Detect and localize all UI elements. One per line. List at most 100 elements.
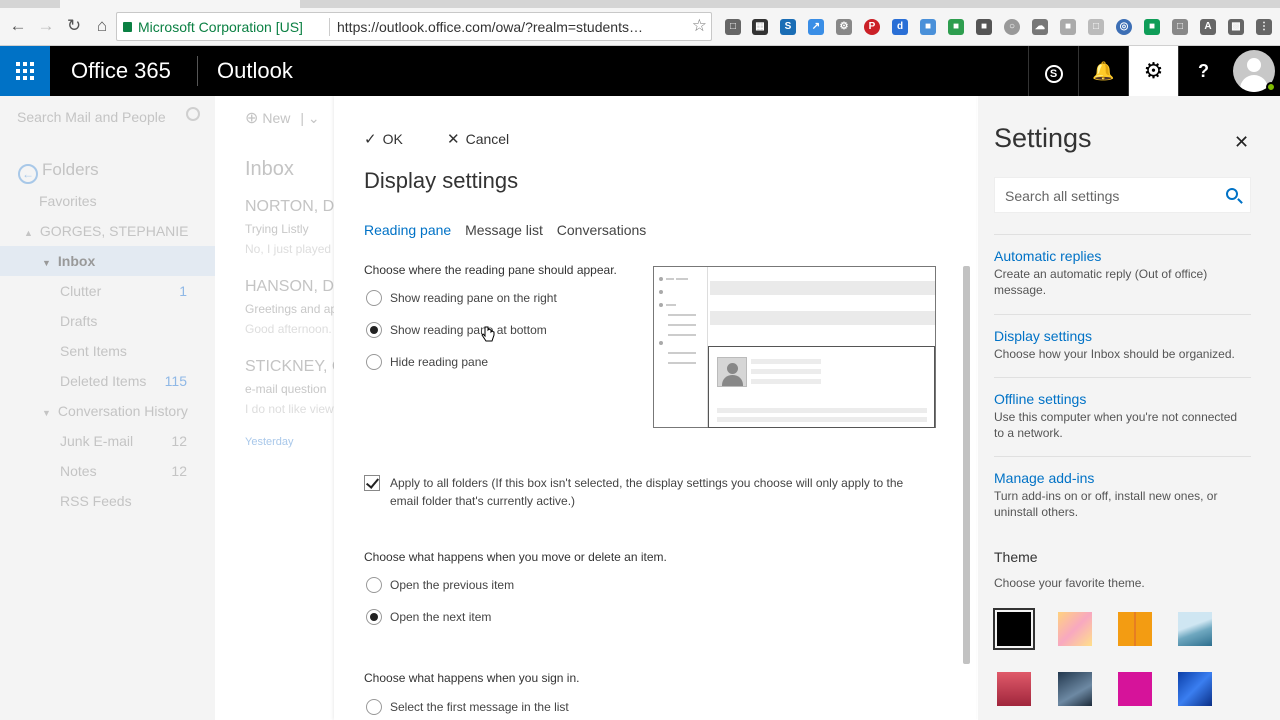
secure-indicator[interactable]: Microsoft Corporation [US]	[123, 19, 303, 35]
extension-icon[interactable]: □	[1088, 19, 1104, 35]
help-button[interactable]: ?	[1178, 46, 1228, 96]
manage-add-ins-desc: Turn add-ins on or off, install new ones…	[994, 489, 1218, 519]
extension-icon[interactable]: ■	[976, 19, 992, 35]
search-mail-input[interactable]: Search Mail and People	[17, 109, 166, 125]
cloud-icon[interactable]: ☁	[1032, 19, 1048, 35]
browser-tab-strip	[0, 0, 1280, 8]
bookmark-star-icon[interactable]: ☆	[692, 16, 707, 36]
search-icon[interactable]	[186, 107, 200, 121]
theme-swatch-beach[interactable]	[1178, 612, 1212, 646]
theme-swatch-sunset[interactable]	[997, 672, 1031, 706]
nav-deleted-items[interactable]: Deleted Items 115	[0, 366, 215, 396]
url-text[interactable]: https://outlook.office.com/owa/?realm=st…	[337, 19, 687, 35]
extension-icon[interactable]: ▦	[752, 19, 768, 35]
extension-icon[interactable]: ○	[1004, 19, 1020, 35]
link-display-settings[interactable]: Display settings	[994, 328, 1092, 344]
list-item[interactable]: HANSON, D Greetings and ap Good afternoo…	[245, 278, 340, 336]
help-icon: ?	[1198, 61, 1209, 81]
extension-icon[interactable]: □	[1172, 19, 1188, 35]
nav-conversation-history[interactable]: ▼ Conversation History	[0, 396, 215, 426]
app-name[interactable]: Outlook	[217, 58, 293, 84]
translate-icon[interactable]: A	[1200, 19, 1216, 35]
new-button[interactable]: ⊕ New | ⌄	[245, 108, 320, 128]
extension-icon[interactable]: d	[892, 19, 908, 35]
move-delete-prompt: Choose what happens when you move or del…	[364, 550, 667, 564]
search-settings-input[interactable]: Search all settings	[994, 177, 1251, 213]
date-group-header: Yesterday	[245, 436, 294, 448]
forward-icon[interactable]: →	[36, 16, 56, 36]
nav-notes[interactable]: Notes 12	[0, 456, 215, 486]
extension-icon[interactable]: ↗	[808, 19, 824, 35]
nav-sent-items[interactable]: Sent Items	[0, 336, 215, 366]
apply-all-folders-checkbox[interactable]: Apply to all folders (If this box isn't …	[364, 474, 934, 510]
search-icon[interactable]	[1226, 188, 1238, 200]
link-automatic-replies[interactable]: Automatic replies	[994, 248, 1101, 264]
display-settings-dialog: ✓ OK ✕ Cancel Display settings Reading pan…	[334, 96, 976, 720]
list-item[interactable]: STICKNEY, C e-mail question I do not lik…	[245, 358, 340, 416]
o365-header: Office 365 Outlook S 🔔 ⚙ ?	[0, 46, 1280, 96]
checkmark-icon: ✓	[364, 131, 377, 148]
automatic-replies-desc: Create an automatic reply (Out of office…	[994, 267, 1208, 297]
checkbox-checked[interactable]	[364, 475, 380, 491]
nav-rss-feeds[interactable]: RSS Feeds	[0, 486, 215, 516]
notifications-button[interactable]: 🔔	[1078, 46, 1128, 96]
link-offline-settings[interactable]: Offline settings	[994, 391, 1086, 407]
address-bar[interactable]: Microsoft Corporation [US] https://outlo…	[116, 12, 712, 41]
plus-icon: ⊕	[245, 110, 259, 127]
tab-reading-pane[interactable]: Reading pane	[364, 222, 451, 238]
skype-icon: S	[1044, 65, 1063, 83]
display-settings-desc: Choose how your Inbox should be organize…	[994, 347, 1235, 361]
menu-icon[interactable]: ⋮	[1256, 19, 1272, 35]
extension-icon[interactable]: □	[725, 19, 741, 35]
browser-tab[interactable]	[60, 0, 300, 8]
extension-icon[interactable]: S	[780, 19, 796, 35]
theme-swatch-mountain[interactable]	[1058, 672, 1092, 706]
theme-description: Choose your favorite theme.	[994, 576, 1145, 590]
back-icon[interactable]: ←	[8, 16, 28, 36]
ok-button[interactable]: ✓ OK	[364, 130, 403, 148]
theme-swatch-black[interactable]	[993, 608, 1035, 650]
settings-button[interactable]: ⚙	[1128, 46, 1178, 96]
close-icon[interactable]: ✕	[1234, 132, 1249, 153]
nav-account[interactable]: ▲ GORGES, STEPHANIE	[0, 216, 215, 246]
theme-swatch-blocks[interactable]	[1118, 612, 1152, 646]
theme-swatch-magenta[interactable]	[1118, 672, 1152, 706]
sign-in-prompt: Choose what happens when you sign in.	[364, 671, 580, 685]
offline-settings-desc: Use this computer when you're not connec…	[994, 410, 1238, 440]
back-arrow-icon[interactable]: ←	[18, 164, 38, 184]
cancel-button[interactable]: ✕ Cancel	[447, 130, 509, 148]
reload-icon[interactable]: ↻	[64, 16, 84, 36]
tab-message-list[interactable]: Message list	[465, 222, 543, 238]
globe-icon[interactable]: ◎	[1116, 19, 1132, 35]
gear-icon: ⚙	[1143, 58, 1164, 83]
link-manage-add-ins[interactable]: Manage add-ins	[994, 470, 1094, 486]
theme-swatch-balloons[interactable]	[1058, 612, 1092, 646]
folders-heading[interactable]: ← Folders	[18, 160, 99, 184]
nav-junk-email[interactable]: Junk E-mail 12	[0, 426, 215, 456]
suite-name[interactable]: Office 365	[71, 58, 171, 84]
cast-icon[interactable]: ▩	[1228, 19, 1244, 35]
app-launcher-button[interactable]	[0, 46, 50, 96]
hand-cursor-icon	[481, 326, 495, 342]
extension-icon[interactable]: ■	[1060, 19, 1076, 35]
skype-button[interactable]: S	[1028, 46, 1078, 96]
folder-pane: Search Mail and People ← Folders Favorite…	[0, 96, 215, 720]
dialog-scrollbar[interactable]	[963, 266, 970, 664]
classroom-icon[interactable]: ■	[1144, 19, 1160, 35]
nav-drafts[interactable]: Drafts	[0, 306, 215, 336]
tab-conversations[interactable]: Conversations	[557, 222, 647, 238]
presence-indicator	[1266, 82, 1276, 92]
nav-clutter[interactable]: Clutter 1	[0, 276, 215, 306]
pinterest-icon[interactable]: P	[864, 19, 880, 35]
list-item[interactable]: NORTON, D Trying Listly No, I just playe…	[245, 198, 340, 256]
extension-icon[interactable]: ■	[920, 19, 936, 35]
home-icon[interactable]: ⌂	[92, 16, 112, 36]
reading-pane-prompt: Choose where the reading pane should app…	[364, 263, 617, 277]
theme-swatch-blue-waves[interactable]	[1178, 672, 1212, 706]
chevron-down-icon[interactable]: | ⌄	[300, 110, 319, 126]
extension-icon[interactable]: ⚙	[836, 19, 852, 35]
extension-icon[interactable]: ■	[948, 19, 964, 35]
nav-inbox[interactable]: ▼ Inbox	[0, 246, 215, 276]
nav-favorites[interactable]: Favorites	[0, 186, 215, 216]
dialog-title: Display settings	[364, 168, 519, 193]
